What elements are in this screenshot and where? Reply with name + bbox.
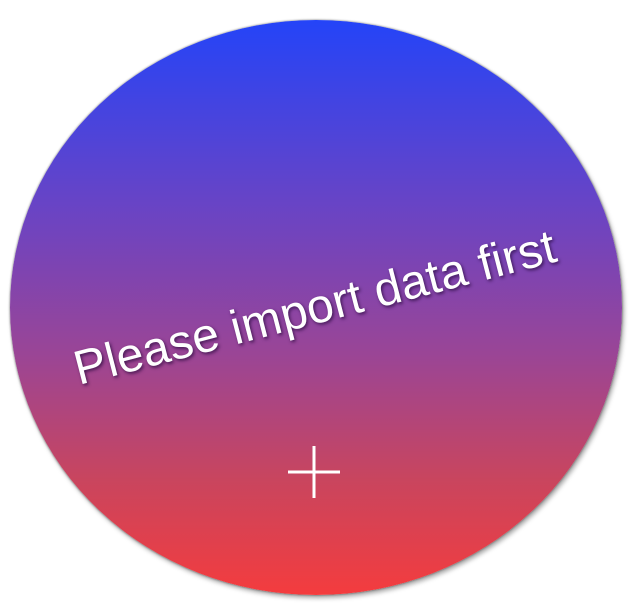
import-data-stage: Please import data first — [0, 0, 639, 616]
plus-icon[interactable] — [286, 444, 342, 500]
